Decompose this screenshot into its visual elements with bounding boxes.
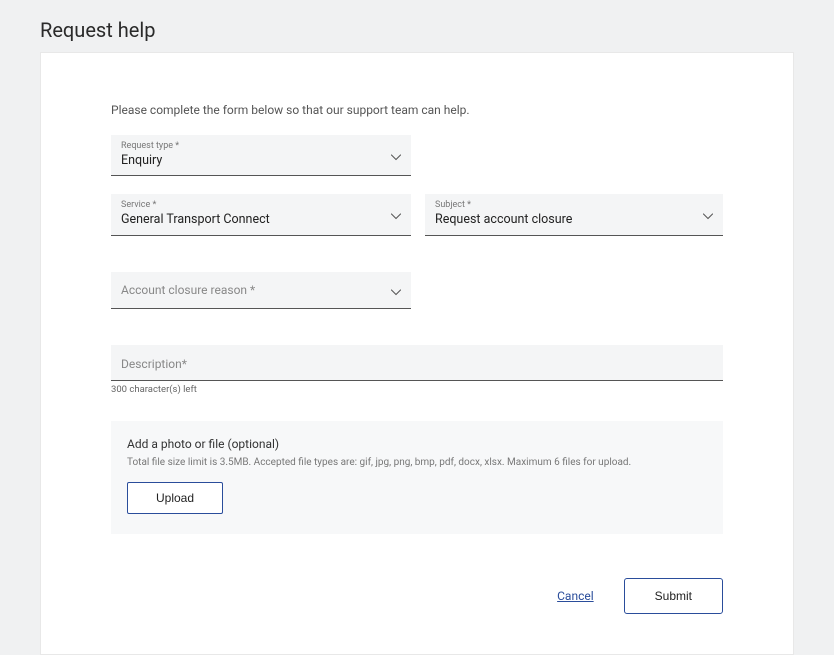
form-card: Please complete the form below so that o…: [40, 52, 794, 655]
service-select[interactable]: Service * General Transport Connect: [111, 194, 411, 235]
request-type-label: Request type *: [121, 141, 401, 152]
upload-title: Add a photo or file (optional): [127, 437, 707, 451]
upload-hint: Total file size limit is 3.5MB. Accepted…: [127, 457, 707, 468]
closure-reason-placeholder: Account closure reason *: [121, 278, 401, 303]
upload-section: Add a photo or file (optional) Total fil…: [111, 421, 723, 534]
submit-button[interactable]: Submit: [624, 578, 723, 614]
chevron-down-icon: [391, 280, 401, 299]
form-actions: Cancel Submit: [111, 578, 723, 614]
upload-button[interactable]: Upload: [127, 482, 223, 514]
form-intro: Please complete the form below so that o…: [111, 103, 723, 117]
chevron-down-icon: [391, 146, 401, 165]
chevron-down-icon: [703, 205, 713, 224]
service-label: Service *: [121, 200, 401, 211]
description-placeholder: Description*: [121, 357, 187, 371]
subject-select[interactable]: Subject * Request account closure: [425, 194, 723, 235]
description-input[interactable]: Description*: [111, 345, 723, 381]
page-title: Request help: [0, 0, 834, 52]
service-value: General Transport Connect: [121, 211, 401, 229]
description-char-count: 300 character(s) left: [111, 384, 723, 395]
request-type-value: Enquiry: [121, 152, 401, 170]
subject-value: Request account closure: [435, 211, 713, 229]
chevron-down-icon: [391, 205, 401, 224]
closure-reason-select[interactable]: Account closure reason *: [111, 272, 411, 310]
cancel-link[interactable]: Cancel: [557, 589, 594, 603]
subject-label: Subject *: [435, 200, 713, 211]
request-type-select[interactable]: Request type * Enquiry: [111, 135, 411, 176]
